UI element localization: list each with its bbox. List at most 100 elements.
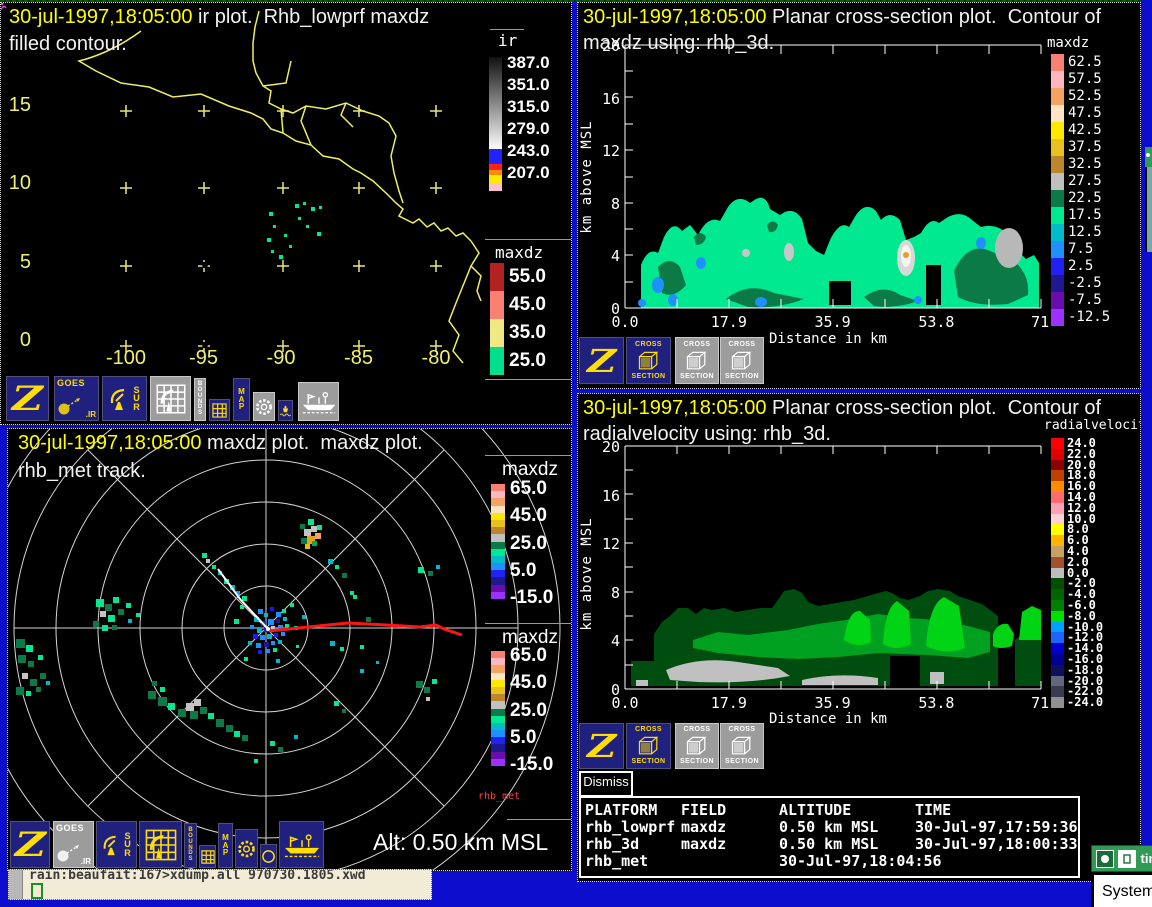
- ir-sublabel: .IR: [81, 857, 91, 866]
- sur-label: SUR: [123, 832, 132, 858]
- colorbar-ir-blocks: [489, 149, 502, 191]
- ship-button[interactable]: [279, 821, 324, 868]
- tick-label: 12.5: [1068, 224, 1102, 241]
- window-iconify-button[interactable]: [1118, 850, 1136, 868]
- colorbar-segment: [1051, 309, 1064, 326]
- colorbar-segment: [1051, 524, 1064, 535]
- terminal-window[interactable]: rain:beaufait:167>xdump.all 970730.1805.…: [8, 869, 432, 900]
- colorbar-segment: [1051, 622, 1064, 633]
- terminal-scrollbar[interactable]: [9, 870, 23, 899]
- colorbar-segment: [1051, 54, 1064, 71]
- plot-title-line1: 30-jul-1997,18:05:00 maxdz plot. maxdz p…: [18, 432, 423, 455]
- tick-label: 65.0: [510, 645, 547, 667]
- section-label: SECTION: [725, 758, 759, 766]
- cross-section-button[interactable]: CROSS SECTION: [720, 337, 764, 384]
- tick-label: 15: [5, 94, 31, 117]
- corner-window-title: tim: [1141, 851, 1152, 866]
- surveillance-button[interactable]: SUR: [102, 376, 147, 421]
- gear-button[interactable]: [235, 829, 258, 868]
- colorbar-segment: [1051, 173, 1064, 190]
- legend-divider: [485, 239, 572, 240]
- tick-label: 22.5: [1068, 190, 1102, 207]
- cross-section-button-active[interactable]: CROSS SECTION: [626, 723, 671, 769]
- satellite-icon: [56, 841, 82, 865]
- tick-label: -2.5: [1068, 275, 1102, 292]
- zebra-logo-button[interactable]: Z: [6, 376, 49, 421]
- contour-fill-dark-green-right: [1015, 632, 1041, 686]
- cube-icon: [684, 349, 710, 373]
- bounds-button[interactable]: BOUNDS: [194, 378, 206, 421]
- zebra-z-icon: Z: [587, 342, 616, 380]
- colorbar-segment: [1051, 492, 1064, 503]
- colorbar-segment: [491, 759, 505, 766]
- map-button[interactable]: MAP: [233, 378, 250, 421]
- zebra-logo-button[interactable]: Z: [579, 723, 624, 769]
- colorbar-maxdz-1: [491, 484, 505, 599]
- colorbar-segment: [1051, 122, 1064, 139]
- small-grid-button[interactable]: [209, 399, 230, 421]
- tick-label: 35.9: [801, 313, 865, 331]
- colorbar-segment: [491, 506, 505, 513]
- colorbar-maxdz: [1051, 54, 1064, 326]
- zebra-logo-button[interactable]: Z: [10, 821, 50, 868]
- legend-divider: [507, 819, 572, 820]
- corner-window-titlebar[interactable]: tim: [1091, 845, 1152, 872]
- grid-radar-icon: [155, 382, 187, 416]
- colorbar-segment: [490, 291, 504, 319]
- tick-label: 17.9: [697, 694, 761, 712]
- goes-ir-button[interactable]: GOES .IR: [53, 821, 94, 868]
- ship-button[interactable]: [298, 382, 339, 421]
- colorbar-segment: [491, 563, 505, 570]
- colorbar-segment: [1051, 71, 1064, 88]
- cross-section-button[interactable]: CROSS SECTION: [675, 723, 719, 769]
- grid-radar-button[interactable]: [150, 376, 191, 421]
- ppi-plot-canvas[interactable]: [8, 429, 572, 871]
- table-cell: ALTITUDE: [779, 801, 851, 819]
- radar-echo-cells: [16, 519, 440, 763]
- altitude-status-label: Alt: 0.50 km MSL: [373, 829, 548, 856]
- small-grid-button[interactable]: [199, 845, 216, 868]
- colorbar-segment: [1051, 460, 1064, 471]
- colorbar-title-maxdz: maxdz: [495, 243, 543, 262]
- goes-label: GOES: [56, 823, 84, 833]
- colorbar-segment: [1051, 632, 1064, 643]
- cross-section-button-active[interactable]: CROSS SECTION: [626, 337, 671, 384]
- zebra-logo-button[interactable]: Z: [579, 337, 624, 384]
- tick-label: 37.5: [1068, 139, 1102, 156]
- dismiss-button[interactable]: Dismiss: [579, 771, 633, 797]
- range-rings: [8, 429, 560, 871]
- circle-button[interactable]: [260, 844, 277, 868]
- cross-section-button[interactable]: CROSS SECTION: [675, 337, 719, 384]
- colorbar-segment: [1051, 481, 1064, 492]
- table-cell: rhb_3d: [585, 835, 639, 853]
- colorbar-segment: [491, 577, 505, 584]
- tick-label: 42.5: [1068, 122, 1102, 139]
- plot-title-text: ir plot. Rhb_lowprf maxdz: [192, 6, 429, 28]
- surveillance-button[interactable]: SUR: [96, 821, 137, 868]
- tick-label: 52.5: [1068, 88, 1102, 105]
- grid-radar-button[interactable]: [139, 821, 182, 868]
- colorbar-segment: [1051, 292, 1064, 309]
- terminal-command-line: rain:beaufait:167>xdump.all 970730.1805.…: [29, 870, 366, 883]
- sur-label: SUR: [132, 386, 141, 412]
- colorbar-maxdz: [490, 263, 504, 375]
- map-button[interactable]: MAP: [218, 823, 233, 868]
- tick-label: 45.0: [510, 672, 547, 694]
- table-cell: PLATFORM: [585, 801, 657, 819]
- goes-ir-button[interactable]: GOES .IR: [54, 376, 99, 421]
- bounds-button[interactable]: BOUNDS: [184, 823, 197, 868]
- terminal-body[interactable]: rain:beaufait:167>xdump.all 970730.1805.…: [23, 870, 431, 899]
- buoy-button[interactable]: [278, 400, 293, 421]
- platform-status-table: PLATFORMFIELDALTITUDETIMErhb_lowprfmaxdz…: [579, 796, 1080, 878]
- plot-title-line1: 30-jul-1997,18:05:00 ir plot. Rhb_lowprf…: [9, 6, 429, 29]
- plot-title-line2: radialvelocity using: rhb_3d.: [583, 423, 831, 446]
- cross-section-button[interactable]: CROSS SECTION: [720, 723, 764, 769]
- colorbar-segment: [490, 263, 504, 291]
- tick-label: 53.8: [904, 694, 968, 712]
- cross-label: CROSS: [729, 341, 756, 349]
- map-label: MAP: [238, 388, 246, 411]
- colorbar-segment: [1051, 258, 1064, 275]
- window-menu-button[interactable]: [1096, 850, 1114, 868]
- colorbar-segment: [1051, 449, 1064, 460]
- gear-button[interactable]: [253, 392, 275, 421]
